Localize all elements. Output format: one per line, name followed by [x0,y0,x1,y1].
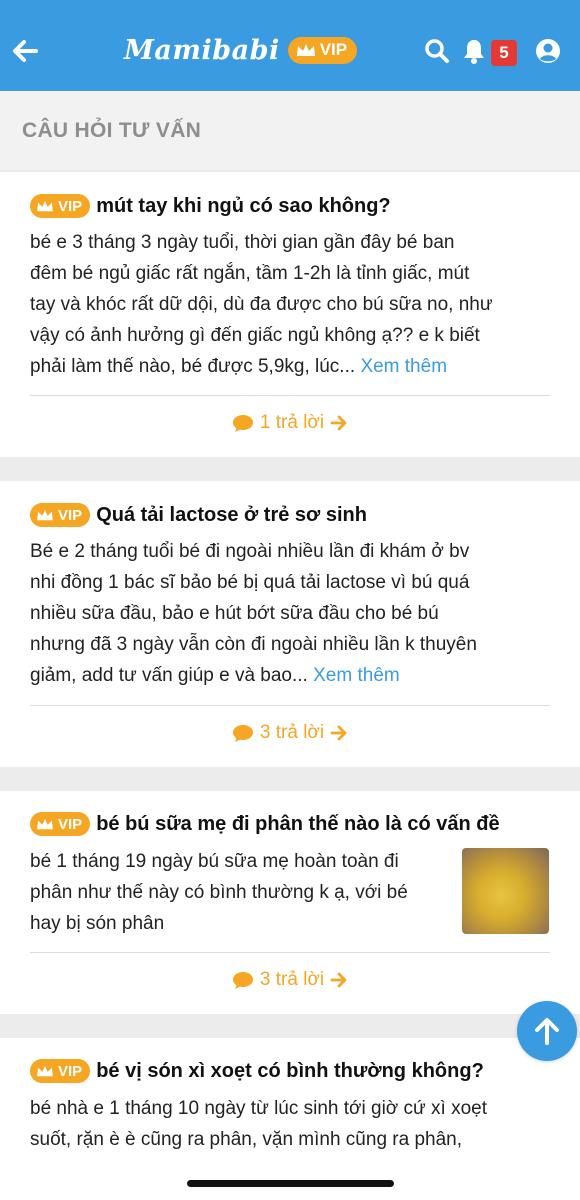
crown-icon [37,200,53,211]
excerpt-line: phải làm thế nào, bé được 5,9kg, lúc... … [30,351,493,382]
reply-count: 3 trả lời [259,969,325,990]
question-excerpt: bé nhà e 1 tháng 10 ngày từ lúc sinh tới… [30,1093,487,1150]
section-header: CÂU HỎI TƯ VẤN [0,91,580,170]
vip-label: VIP [58,506,83,524]
excerpt-line: đêm bé ngủ giấc rất ngắn, tầm 1-2h là tỉ… [30,263,470,284]
excerpt-text: giảm, add tư vấn giúp e và bao... [30,665,308,686]
arrow-right-icon [330,415,347,431]
excerpt-line: bé e 3 tháng 3 ngày tuổi, thời gian gần … [30,232,455,253]
question-card[interactable]: VIP bé bú sữa mẹ đi phân thế nào là có v… [0,791,580,1014]
vip-badge: VIP [30,503,91,527]
excerpt-line: bé 1 tháng 19 ngày bú sữa mẹ hoàn toàn đ… [30,851,399,872]
reply-count: 3 trả lời [259,722,325,743]
vip-badge: VIP [30,194,91,218]
comment-icon [232,971,253,989]
question-card[interactable]: VIP bé vị són xì xoẹt có bình thường khô… [0,1038,580,1150]
excerpt-line: nhi đồng 1 bác sĩ bảo bé bị quá tải lact… [30,572,470,593]
excerpt-line: hay bị són phân [30,913,165,934]
divider [30,952,550,953]
question-title[interactable]: Quá tải lactose ở trẻ sơ sinh [96,504,367,527]
excerpt-text: phải làm thế nào, bé được 5,9kg, lúc... [30,356,356,377]
user-account-icon[interactable] [535,38,561,64]
question-title[interactable]: bé vị són xì xoẹt có bình thường không? [96,1060,484,1083]
vip-badge: VIP [30,1059,91,1083]
question-title[interactable]: mút tay khi ngủ có sao không? [96,195,390,218]
arrow-right-icon [330,972,347,988]
vip-badge: VIP [30,812,91,836]
comment-icon [232,724,253,742]
crown-icon [37,818,53,829]
back-arrow-icon[interactable] [10,36,40,66]
question-title-row: VIP Quá tải lactose ở trẻ sơ sinh [30,503,367,527]
divider [30,395,550,396]
vip-label: VIP [58,815,83,833]
app-logo[interactable]: Mamibabi VIP [124,30,358,70]
vip-label: VIP [58,197,83,215]
comment-icon [232,414,253,432]
question-title-row: VIP bé vị són xì xoẹt có bình thường khô… [30,1059,484,1083]
reply-count-button[interactable]: 3 trả lời [0,722,580,744]
notification-count-badge: 5 [491,40,517,66]
logo-text: Mamibabi [124,34,280,66]
excerpt-line: nhưng đã 3 ngày vẫn còn đi ngoài nhiều l… [30,634,477,655]
see-more-link[interactable]: Xem thêm [313,665,400,686]
question-title[interactable]: bé bú sữa mẹ đi phân thế nào là có vấn đ… [96,813,499,836]
excerpt-line: suốt, rặn è è cũng ra phân, vặn mình cũn… [30,1129,463,1150]
home-indicator [187,1180,394,1187]
question-excerpt: bé 1 tháng 19 ngày bú sữa mẹ hoàn toàn đ… [30,846,408,939]
reply-count: 1 trả lời [259,412,325,433]
divider [30,705,550,706]
bell-icon[interactable] [461,38,487,64]
question-title-row: VIP bé bú sữa mẹ đi phân thế nào là có v… [30,812,500,836]
vip-label: VIP [58,1062,83,1080]
excerpt-line: tay và khóc rất dữ dội, dù đa được cho b… [30,294,493,315]
excerpt-line: giảm, add tư vấn giúp e và bao... Xem th… [30,660,477,691]
question-image-thumbnail[interactable] [462,848,549,934]
bottom-safe-area [0,1150,580,1200]
excerpt-line: bé nhà e 1 tháng 10 ngày từ lúc sinh tới… [30,1098,488,1119]
excerpt-line: phân như thế này có bình thường k ạ, với… [30,882,408,903]
question-excerpt: Bé e 2 tháng tuổi bé đi ngoài nhiều lần … [30,536,477,691]
search-icon[interactable] [424,38,450,64]
arrow-right-icon [330,725,347,741]
excerpt-line: vậy có ảnh hưởng gì đến giấc ngủ không ạ… [30,325,480,346]
scroll-to-top-button[interactable] [517,1001,577,1061]
excerpt-line: nhiều sữa đầu, bảo e hút bớt sữa đầu cho… [30,603,439,624]
reply-count-button[interactable]: 1 trả lời [0,412,580,434]
see-more-link[interactable]: Xem thêm [360,356,447,377]
vip-header-badge[interactable]: VIP [287,36,358,64]
reply-count-button[interactable]: 3 trả lời [0,969,580,991]
app-header: Mamibabi VIP 5 [0,0,580,91]
section-title: CÂU HỎI TƯ VẤN [22,119,202,142]
question-title-row: VIP mút tay khi ngủ có sao không? [30,194,391,218]
question-card[interactable]: VIP mút tay khi ngủ có sao không? bé e 3… [0,172,580,457]
arrow-up-icon [535,1018,559,1045]
question-excerpt: bé e 3 tháng 3 ngày tuổi, thời gian gần … [30,227,493,382]
crown-icon [296,43,315,56]
crown-icon [37,509,53,520]
excerpt-line: Bé e 2 tháng tuổi bé đi ngoài nhiều lần … [30,541,470,562]
vip-header-label: VIP [319,40,348,59]
question-card[interactable]: VIP Quá tải lactose ở trẻ sơ sinh Bé e 2… [0,481,580,767]
crown-icon [37,1065,53,1076]
